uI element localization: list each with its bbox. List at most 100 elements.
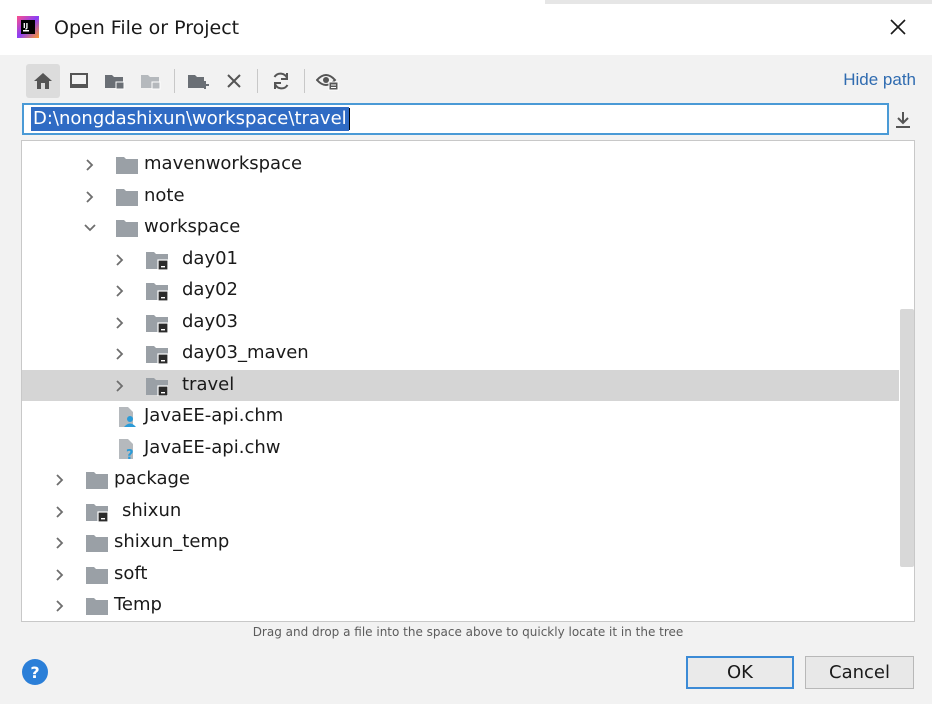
- tree-row[interactable]: workspace: [22, 212, 900, 244]
- tree-row-label: note: [144, 184, 185, 206]
- partial-row-fragment: [143, 140, 483, 143]
- folder-icon: [116, 220, 138, 237]
- window-title: Open File or Project: [54, 17, 240, 39]
- expanded-arrow-icon[interactable]: [83, 221, 97, 235]
- text-caret: [348, 108, 350, 130]
- tree-row[interactable]: day03_maven: [22, 338, 900, 370]
- close-button[interactable]: [882, 12, 914, 42]
- tree-row-label: mavenworkspace: [144, 153, 303, 174]
- home-button[interactable]: [26, 64, 60, 98]
- toolbar: [26, 64, 347, 98]
- tree-row-label: JavaEE-api.chm: [144, 405, 284, 426]
- module-folder-icon: [86, 503, 108, 522]
- delete-icon: [227, 74, 241, 88]
- scrollbar-thumb[interactable]: [900, 309, 914, 567]
- folder-icon: [86, 566, 108, 584]
- tree-row-label: package: [114, 468, 190, 489]
- ok-button[interactable]: OK: [686, 656, 794, 689]
- module-dir-button[interactable]: [134, 64, 168, 98]
- folder-icon: [86, 472, 108, 489]
- tree-row-label: workspace: [144, 216, 241, 237]
- folder-icon: [116, 188, 138, 206]
- tree-row[interactable]: note: [22, 181, 900, 213]
- module-folder-icon: [146, 283, 168, 301]
- tree-row[interactable]: ? JavaEE-api.chw: [22, 433, 900, 465]
- help-button[interactable]: ?: [22, 659, 48, 685]
- refresh-button[interactable]: [264, 64, 298, 98]
- collapsed-arrow-icon[interactable]: [53, 473, 67, 487]
- drag-drop-hint: Drag and drop a file into the space abov…: [252, 625, 684, 639]
- download-icon: [896, 112, 910, 128]
- collapsed-arrow-icon[interactable]: [113, 379, 127, 393]
- desktop-button[interactable]: [62, 64, 96, 98]
- toolbar-separator: [304, 69, 305, 93]
- path-value: D:\nongdashixun\workspace\travel: [31, 107, 349, 131]
- tree-row-label: travel: [182, 373, 235, 395]
- tree-row-label: day01: [182, 247, 239, 269]
- file-tree[interactable]: mavenworkspace note workspace day01 day02 day…: [21, 140, 915, 622]
- home-icon: [34, 73, 52, 89]
- module-folder-icon: [146, 346, 168, 364]
- tree-scrollbar[interactable]: [899, 141, 914, 621]
- intellij-icon: IJ: [17, 16, 39, 38]
- folder-icon: [86, 535, 108, 552]
- tree-row[interactable]: soft: [22, 559, 900, 591]
- new-folder-button[interactable]: [181, 64, 215, 98]
- tree-row[interactable]: shixun_temp: [22, 527, 900, 559]
- refresh-icon: [273, 72, 289, 90]
- collapsed-arrow-icon[interactable]: [53, 505, 67, 519]
- folder-icon: [86, 598, 108, 615]
- tree-row[interactable]: JavaEE-api.chm: [22, 401, 900, 433]
- tree-row-label: Temp: [114, 594, 162, 615]
- tree-row[interactable]: mavenworkspace: [22, 149, 900, 181]
- module-folder-icon: [141, 75, 161, 90]
- chm-file-icon: [119, 407, 136, 427]
- tree-row-label: shixun: [122, 499, 182, 521]
- module-folder-icon: [146, 314, 168, 333]
- collapsed-arrow-icon[interactable]: [53, 599, 67, 613]
- collapsed-arrow-icon[interactable]: [83, 190, 97, 204]
- cancel-button[interactable]: Cancel: [805, 656, 914, 689]
- delete-button[interactable]: [217, 64, 251, 98]
- tree-row[interactable]: Temp: [22, 590, 900, 621]
- tree-row[interactable]: day01: [22, 244, 900, 276]
- collapsed-arrow-icon[interactable]: [113, 284, 127, 298]
- module-folder-icon: [146, 251, 168, 270]
- collapsed-arrow-icon[interactable]: [113, 253, 127, 267]
- tree-row[interactable]: day02: [22, 275, 900, 307]
- desktop-icon: [70, 73, 88, 88]
- show-hidden-button[interactable]: [311, 64, 345, 98]
- tree-row-label: JavaEE-api.chw: [144, 436, 281, 458]
- toolbar-separator: [257, 69, 258, 93]
- open-file-dialog: IJ Open File or Project Hide path D:\non…: [0, 0, 932, 704]
- tree-row-label: shixun_temp: [114, 531, 230, 552]
- title-bar: IJ Open File or Project: [0, 0, 932, 55]
- tree-row-label: soft: [114, 562, 148, 584]
- svg-text:?: ?: [126, 448, 134, 459]
- collapsed-arrow-icon[interactable]: [53, 568, 67, 582]
- collapsed-arrow-icon[interactable]: [113, 316, 127, 330]
- project-folder-icon: [105, 75, 125, 90]
- close-icon: [890, 19, 906, 35]
- download-button[interactable]: [891, 107, 915, 133]
- tree-row-label: day02: [182, 279, 239, 300]
- project-dir-button[interactable]: [98, 64, 132, 98]
- toolbar-separator: [174, 69, 175, 93]
- tree-row[interactable]: day03: [22, 307, 900, 339]
- show-hidden-icon: [316, 74, 339, 91]
- hide-path-link[interactable]: Hide path: [843, 70, 916, 90]
- collapsed-arrow-icon[interactable]: [113, 347, 127, 361]
- folder-icon: [116, 157, 138, 174]
- tree-row[interactable]: shixun: [22, 496, 900, 528]
- collapsed-arrow-icon[interactable]: [83, 158, 97, 172]
- new-folder-icon: [188, 75, 209, 89]
- tree-row[interactable]: travel: [22, 369, 900, 401]
- background-window-edge: [545, 0, 932, 4]
- unknown-file-icon: ?: [119, 438, 134, 459]
- module-folder-icon: [146, 377, 168, 396]
- collapsed-arrow-icon[interactable]: [53, 536, 67, 550]
- svg-text:IJ: IJ: [23, 22, 28, 30]
- tree-row-label: day03_maven: [182, 342, 309, 363]
- path-input[interactable]: D:\nongdashixun\workspace\travel: [22, 103, 889, 135]
- tree-row[interactable]: package: [22, 464, 900, 496]
